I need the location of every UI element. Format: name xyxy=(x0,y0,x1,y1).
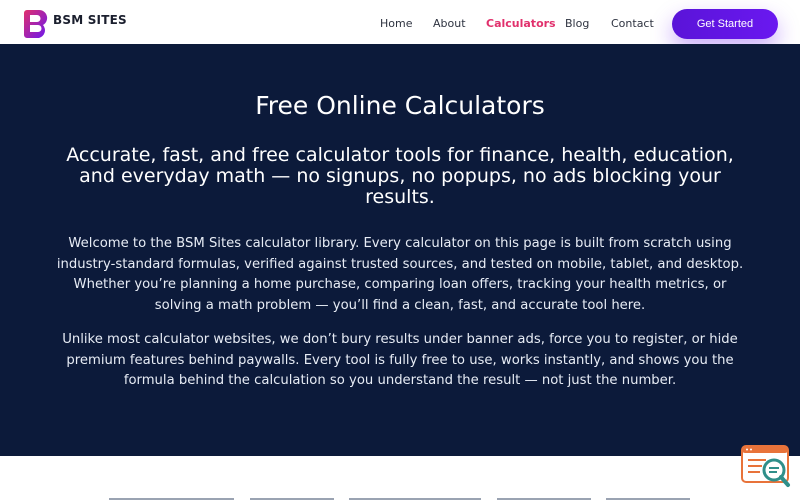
nav-about[interactable]: About xyxy=(433,17,466,30)
site-header: BSM SITES Home About Calculators Blog Co… xyxy=(0,0,800,44)
page-title: Free Online Calculators xyxy=(255,91,545,120)
calculator-tabs-strip xyxy=(0,456,800,500)
hero-subtitle: Accurate, fast, and free calculator tool… xyxy=(66,144,734,208)
get-started-button[interactable]: Get Started xyxy=(672,9,778,39)
nav-calculators[interactable]: Calculators xyxy=(486,17,556,30)
nav-blog[interactable]: Blog xyxy=(565,17,589,30)
search-chat-icon xyxy=(741,445,790,487)
value-paragraph: Unlike most calculator websites, we don’… xyxy=(62,332,738,388)
nav-home[interactable]: Home xyxy=(380,17,412,30)
nav-contact[interactable]: Contact xyxy=(611,17,654,30)
intro-paragraph: Welcome to the BSM Sites calculator libr… xyxy=(56,236,744,313)
search-chat-widget[interactable] xyxy=(740,444,792,490)
hero-section: Free Online Calculators Accurate, fast, … xyxy=(0,44,800,456)
